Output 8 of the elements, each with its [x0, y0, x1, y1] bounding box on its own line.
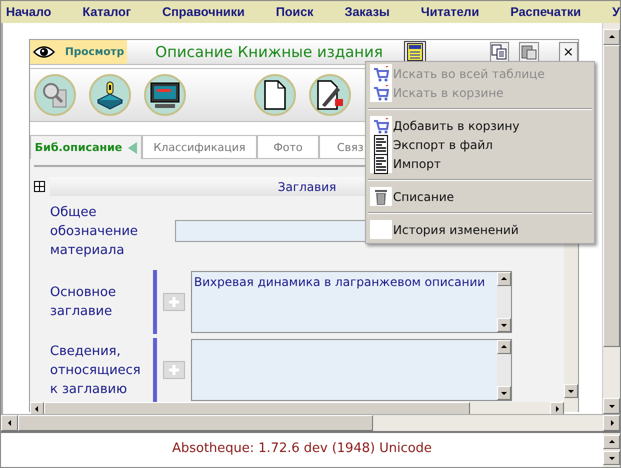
field-label: Общее обозначение материала — [50, 204, 139, 260]
field-value: Вихревая динамика в лагранжевом описании — [193, 274, 486, 291]
version-text: Absotheque: 1.72.6 dev (1948) Unicode — [171, 440, 433, 458]
section-title: Заглавия — [278, 180, 336, 194]
mode-text: Просмотр — [65, 46, 124, 58]
field-label: Сведения, относящиеся к заглавию — [50, 342, 142, 398]
panel-title: Описание Книжные издания — [155, 43, 384, 61]
field-label: Основное заглавие — [50, 284, 117, 321]
